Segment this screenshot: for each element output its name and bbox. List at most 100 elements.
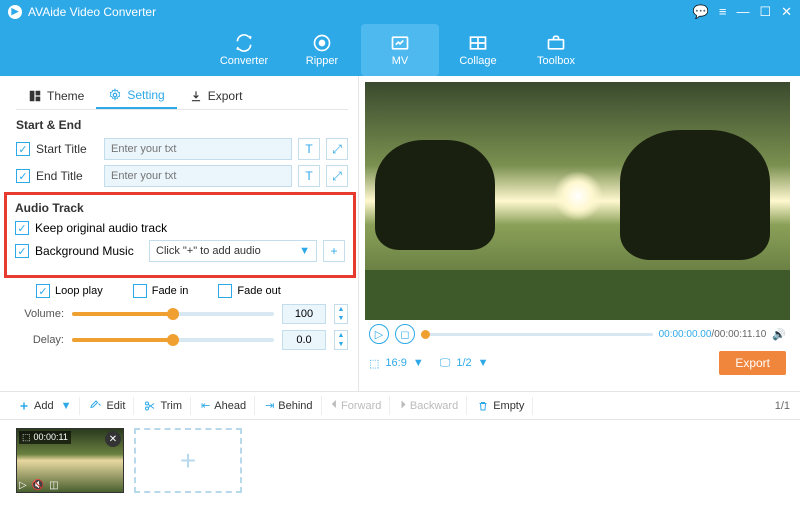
close-icon[interactable]: ✕: [781, 4, 792, 20]
delay-value[interactable]: 0.0: [282, 330, 326, 350]
loop-play-checkbox[interactable]: ✓: [36, 284, 50, 298]
delay-stepper[interactable]: ▲▼: [334, 330, 348, 350]
add-clip-button[interactable]: +: [134, 428, 242, 493]
ratio-bar: ⬚ 16:9 ▼ 🖵 1/2 ▼ Export: [365, 348, 790, 378]
timeline-toolbar: Add▼ Edit Trim ⇤Ahead ⇥Behind ⏴Forward ⏵…: [0, 391, 800, 420]
audio-track-highlight: Audio Track ✓ Keep original audio track …: [4, 192, 356, 278]
end-title-text-button[interactable]: T: [298, 165, 320, 187]
clip-duration: ⬚00:00:11: [19, 431, 71, 444]
collage-icon: [468, 33, 488, 53]
bg-music-select[interactable]: Click "+" to add audio ▼: [149, 240, 317, 262]
feedback-icon[interactable]: 💬: [693, 4, 709, 20]
app-title: AVAide Video Converter: [28, 5, 156, 19]
ripper-icon: [312, 33, 332, 53]
tab-export[interactable]: Export: [177, 82, 255, 109]
ahead-button[interactable]: ⇤Ahead: [193, 396, 255, 415]
keep-original-checkbox[interactable]: ✓: [15, 221, 29, 235]
progress-slider[interactable]: [421, 333, 653, 336]
stop-button[interactable]: ◻: [395, 324, 415, 344]
start-title-label: Start Title: [36, 142, 98, 156]
edit-button[interactable]: Edit: [82, 397, 134, 415]
fade-in-checkbox[interactable]: ✓: [133, 284, 147, 298]
behind-icon: ⇥: [265, 399, 274, 412]
fade-in-label: Fade in: [152, 285, 189, 297]
scissors-icon: [144, 400, 156, 412]
bg-music-checkbox[interactable]: ✓: [15, 244, 29, 258]
tab-theme[interactable]: Theme: [16, 82, 96, 109]
panel-tabs: Theme Setting Export: [16, 82, 348, 110]
converter-icon: [234, 33, 254, 53]
add-audio-button[interactable]: +: [323, 240, 345, 262]
empty-button[interactable]: Empty: [469, 397, 533, 415]
start-title-checkbox[interactable]: ✓: [16, 142, 30, 156]
window-controls: 💬 ≡ — ☐ ✕: [693, 4, 792, 20]
mv-icon: [390, 33, 410, 53]
zoom-icon: 🖵: [440, 357, 451, 370]
timeline: ⬚00:00:11 ✕ ▷ 🔇 ◫ +: [0, 420, 800, 515]
bg-music-label: Background Music: [35, 244, 143, 258]
end-title-label: End Title: [36, 169, 98, 183]
toolbox-icon: [546, 33, 566, 53]
toolbar-ripper[interactable]: Ripper: [283, 24, 361, 76]
trim-button[interactable]: Trim: [136, 397, 191, 415]
fade-out-checkbox[interactable]: ✓: [218, 284, 232, 298]
menu-icon[interactable]: ≡: [719, 4, 727, 20]
start-title-text-button[interactable]: T: [298, 138, 320, 160]
main-toolbar: Converter Ripper MV Collage Toolbox: [0, 23, 800, 76]
volume-icon[interactable]: 🔊: [772, 328, 786, 341]
end-title-input[interactable]: [104, 165, 292, 187]
toolbar-converter[interactable]: Converter: [205, 24, 283, 76]
backward-icon: ⏵: [400, 399, 406, 412]
playbar: ▷ ◻ 00:00:00.00/00:00:11.10 🔊: [365, 320, 790, 348]
page-count: 1/1: [775, 400, 790, 412]
volume-label: Volume:: [16, 308, 64, 320]
volume-slider[interactable]: [72, 312, 274, 316]
clip-remove-button[interactable]: ✕: [105, 431, 121, 447]
add-button[interactable]: Add▼: [10, 397, 80, 415]
chevron-down-icon[interactable]: ▼: [413, 357, 424, 369]
end-title-expand-button[interactable]: ⤢: [326, 165, 348, 187]
clip-play-icon[interactable]: ▷: [19, 480, 27, 491]
audio-track-title: Audio Track: [15, 201, 345, 215]
forward-icon: ⏴: [332, 399, 338, 412]
end-title-checkbox[interactable]: ✓: [16, 169, 30, 183]
video-preview[interactable]: [365, 82, 790, 320]
start-title-input[interactable]: [104, 138, 292, 160]
play-button[interactable]: ▷: [369, 324, 389, 344]
volume-value[interactable]: 100: [282, 304, 326, 324]
aspect-ratio-value[interactable]: 16:9: [385, 357, 406, 369]
toolbar-toolbox[interactable]: Toolbox: [517, 24, 595, 76]
keep-original-label: Keep original audio track: [35, 221, 167, 235]
tab-setting[interactable]: Setting: [96, 82, 176, 109]
minimize-icon[interactable]: —: [736, 4, 749, 20]
loop-play-label: Loop play: [55, 285, 103, 297]
ahead-icon: ⇤: [201, 399, 210, 412]
preview-panel: ▷ ◻ 00:00:00.00/00:00:11.10 🔊 ⬚ 16:9 ▼ 🖵…: [359, 76, 800, 391]
volume-stepper[interactable]: ▲▼: [334, 304, 348, 324]
toolbar-mv[interactable]: MV: [361, 24, 439, 76]
maximize-icon[interactable]: ☐: [759, 4, 771, 20]
settings-panel: Theme Setting Export Start & End ✓ Start…: [0, 76, 359, 391]
zoom-value[interactable]: 1/2: [456, 357, 471, 369]
gear-icon: [108, 88, 122, 102]
backward-button[interactable]: ⏵Backward: [392, 396, 467, 415]
start-title-expand-button[interactable]: ⤢: [326, 138, 348, 160]
chevron-down-icon: ▼: [299, 245, 310, 257]
delay-label: Delay:: [16, 334, 64, 346]
export-icon: [189, 89, 203, 103]
delay-slider[interactable]: [72, 338, 274, 342]
theme-icon: [28, 89, 42, 103]
export-button[interactable]: Export: [719, 351, 786, 375]
fade-out-label: Fade out: [237, 285, 280, 297]
start-end-title: Start & End: [16, 118, 348, 132]
clip-thumbnail[interactable]: ⬚00:00:11 ✕ ▷ 🔇 ◫: [16, 428, 124, 493]
forward-button[interactable]: ⏴Forward: [324, 396, 391, 415]
clip-trim-icon[interactable]: ◫: [49, 480, 58, 491]
edit-icon: [90, 400, 102, 412]
clip-mute-icon[interactable]: 🔇: [32, 480, 44, 491]
behind-button[interactable]: ⇥Behind: [257, 396, 321, 415]
time-display: 00:00:00.00/00:00:11.10: [659, 329, 767, 340]
chevron-down-icon[interactable]: ▼: [478, 357, 489, 369]
titlebar: ▶ AVAide Video Converter 💬 ≡ — ☐ ✕: [0, 0, 800, 23]
toolbar-collage[interactable]: Collage: [439, 24, 517, 76]
